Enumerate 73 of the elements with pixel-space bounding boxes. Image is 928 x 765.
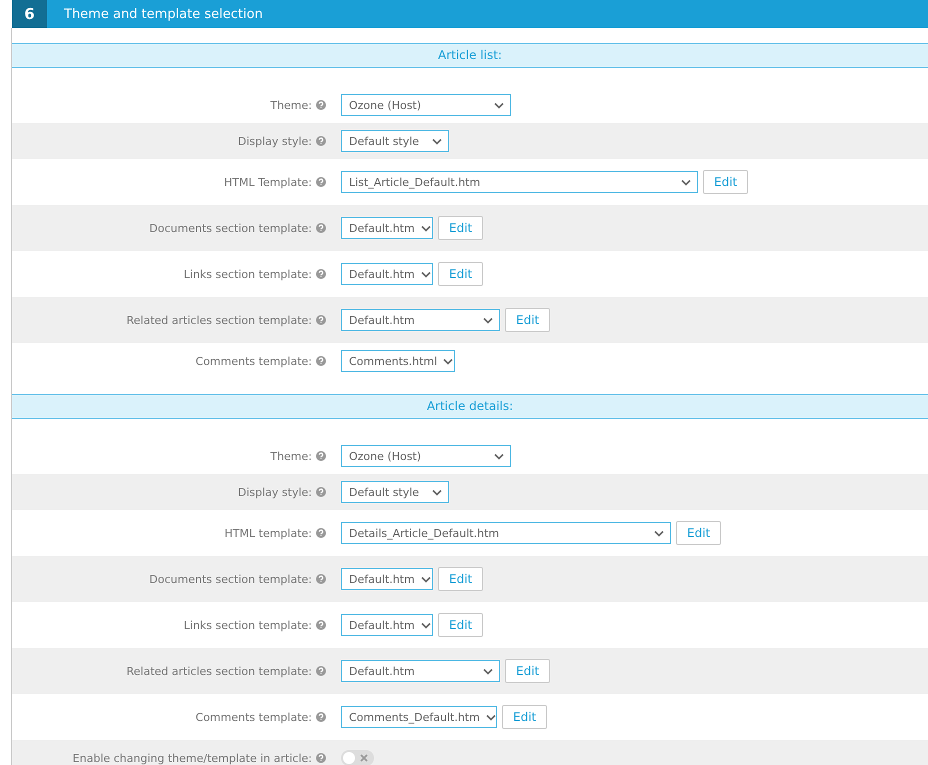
select-field[interactable]: Default.htm xyxy=(341,263,433,285)
select-field[interactable]: Default.htm xyxy=(341,660,500,682)
field-label: Theme: xyxy=(270,450,312,462)
chevron-down-icon xyxy=(420,576,431,582)
chevron-down-icon xyxy=(483,668,493,674)
select-field[interactable]: Default.htm xyxy=(341,309,500,331)
help-icon[interactable] xyxy=(316,620,326,630)
edit-button[interactable]: Edit xyxy=(438,262,484,286)
chevron-down-icon xyxy=(483,316,493,324)
chevron-down-icon xyxy=(654,530,664,536)
chevron-down-icon xyxy=(432,138,442,144)
field-label: Enable changing theme/template in article: xyxy=(72,752,312,764)
select-field[interactable]: Comments_Default.htm xyxy=(341,706,497,728)
help-icon[interactable] xyxy=(316,269,326,279)
help-icon[interactable] xyxy=(316,712,326,722)
chevron-down-icon xyxy=(494,102,504,108)
select-field[interactable]: List_Article_Default.htm xyxy=(341,171,698,193)
help-icon[interactable] xyxy=(316,177,326,187)
select-field[interactable]: Default style xyxy=(341,481,449,503)
section-header: Article list: xyxy=(12,43,928,68)
help-icon[interactable] xyxy=(316,136,326,146)
help-icon[interactable] xyxy=(316,315,326,325)
chevron-down-icon xyxy=(494,452,504,460)
chevron-down-icon xyxy=(432,488,442,496)
select-field[interactable]: Ozone (Host) xyxy=(341,94,511,116)
select-field[interactable]: Details_Article_Default.htm xyxy=(341,522,671,544)
chevron-down-icon xyxy=(681,178,691,186)
help-icon[interactable] xyxy=(316,100,326,110)
edit-button[interactable]: Edit xyxy=(438,613,484,637)
chevron-down-icon xyxy=(420,270,431,278)
help-icon[interactable] xyxy=(316,356,326,366)
help-icon[interactable] xyxy=(316,574,326,584)
select-field[interactable]: Default.htm xyxy=(341,568,433,590)
edit-button[interactable]: Edit xyxy=(703,170,748,194)
field-label: Related articles section template: xyxy=(126,664,312,678)
step-number: 6 xyxy=(12,0,47,28)
field-label: Links section template: xyxy=(184,268,312,280)
panel-title: Theme and template selection xyxy=(63,6,263,24)
section-header: Article details: xyxy=(12,394,928,419)
field-label: Documents section template: xyxy=(149,222,312,234)
field-label: Display style: xyxy=(238,134,312,148)
help-icon[interactable] xyxy=(316,528,326,538)
field-label: Links section template: xyxy=(184,618,312,632)
chevron-down-icon xyxy=(420,224,431,232)
edit-button[interactable]: Edit xyxy=(505,308,550,332)
select-field[interactable]: Default.htm xyxy=(341,217,433,239)
chevron-down-icon xyxy=(443,358,454,364)
help-icon[interactable] xyxy=(316,487,326,497)
select-field[interactable]: Ozone (Host) xyxy=(341,445,511,467)
edit-button[interactable]: Edit xyxy=(502,705,548,729)
field-label: Comments template: xyxy=(196,354,312,368)
field-label: Documents section template: xyxy=(149,572,312,586)
field-label: HTML Template: xyxy=(224,176,312,188)
field-label: Theme: xyxy=(270,98,312,112)
edit-button[interactable]: Edit xyxy=(438,567,484,591)
field-label: HTML template: xyxy=(224,526,312,540)
chevron-down-icon xyxy=(486,714,496,720)
help-icon[interactable] xyxy=(316,223,326,233)
field-label: Display style: xyxy=(238,486,312,498)
help-icon[interactable] xyxy=(316,753,326,763)
edit-button[interactable]: Edit xyxy=(438,216,484,240)
select-field[interactable]: Default style xyxy=(341,130,449,152)
edit-button[interactable]: Edit xyxy=(505,659,550,683)
select-field[interactable]: Default.htm xyxy=(341,614,433,636)
close-icon xyxy=(360,754,368,762)
edit-button[interactable]: Edit xyxy=(676,521,722,545)
help-icon[interactable] xyxy=(316,666,326,676)
toggle-switch[interactable] xyxy=(341,750,374,765)
select-field[interactable]: Comments.html xyxy=(341,350,455,372)
field-label: Related articles section template: xyxy=(126,314,312,326)
chevron-down-icon xyxy=(420,622,431,628)
field-label: Comments template: xyxy=(196,710,312,724)
help-icon[interactable] xyxy=(316,451,326,461)
